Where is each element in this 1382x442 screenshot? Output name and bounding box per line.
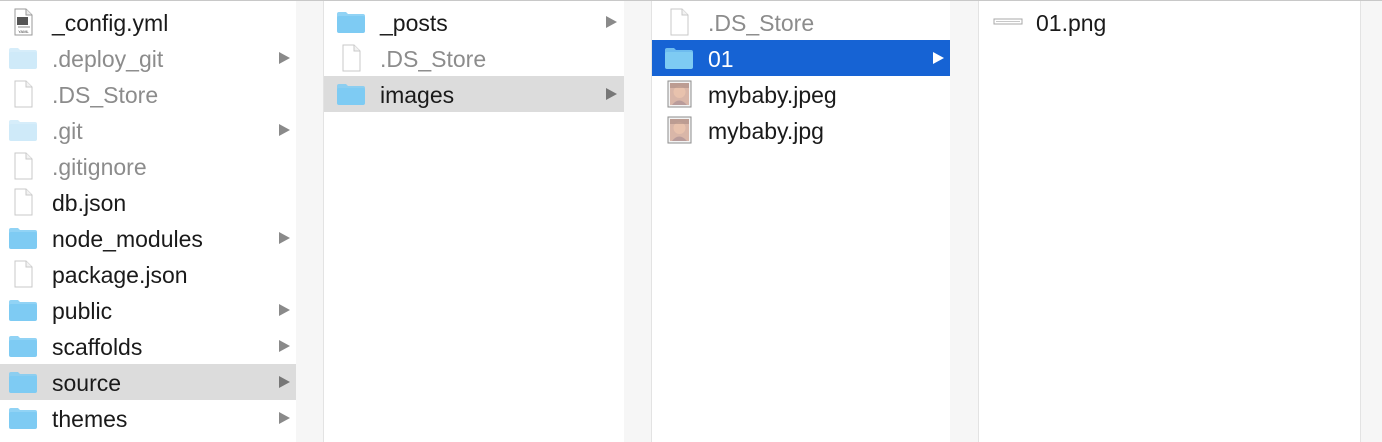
file-row[interactable]: mybaby.jpeg: [652, 76, 950, 112]
disclosure-arrow-icon: [606, 16, 617, 28]
item-name: .git: [52, 118, 83, 144]
folder-row[interactable]: images: [324, 76, 624, 112]
folder-row[interactable]: public: [0, 292, 296, 328]
folder-row[interactable]: _posts: [324, 4, 624, 40]
file-row[interactable]: .DS_Store: [324, 40, 624, 76]
folder-icon: [336, 80, 366, 108]
item-name: public: [52, 298, 113, 324]
file-row[interactable]: package.json: [0, 256, 296, 292]
file-row[interactable]: .DS_Store: [0, 76, 296, 112]
column-resize-gutter[interactable]: [624, 1, 652, 442]
disclosure-arrow-icon: [606, 88, 617, 100]
item-name: _posts: [380, 10, 448, 36]
folder-row[interactable]: scaffolds: [0, 328, 296, 364]
item-name: 01.png: [1036, 10, 1107, 36]
item-name: images: [380, 82, 455, 108]
item-name: .deploy_git: [52, 46, 164, 72]
column-divider: [1360, 1, 1361, 442]
document-icon: [336, 44, 366, 72]
item-name: source: [52, 370, 122, 396]
item-name: scaffolds: [52, 334, 143, 360]
item-name: .DS_Store: [52, 82, 159, 108]
item-name: node_modules: [52, 226, 203, 252]
folder-icon: [8, 116, 38, 144]
item-name: 01: [708, 46, 734, 72]
disclosure-arrow-icon: [279, 412, 290, 424]
disclosure-arrow-icon: [279, 304, 290, 316]
document-icon: [8, 152, 38, 180]
disclosure-arrow-icon: [279, 52, 290, 64]
folder-icon: [8, 296, 38, 324]
file-row[interactable]: YAML _config.yml: [0, 4, 296, 40]
image-thumbnail-icon: [664, 116, 694, 144]
item-name: _config.yml: [52, 10, 169, 36]
disclosure-arrow-icon: [279, 124, 290, 136]
file-row[interactable]: db.json: [0, 184, 296, 220]
folder-icon: [8, 224, 38, 252]
column-source[interactable]: _posts .DS_Storeimages: [324, 1, 624, 442]
item-name: package.json: [52, 262, 188, 288]
item-name: .gitignore: [52, 154, 147, 180]
file-row[interactable]: mybaby.jpg: [652, 112, 950, 148]
folder-icon: [336, 8, 366, 36]
item-name: .DS_Store: [708, 10, 815, 36]
column-resize-gutter[interactable]: [1360, 1, 1382, 442]
folder-row[interactable]: 01: [652, 40, 950, 76]
disclosure-arrow-icon: [279, 376, 290, 388]
document-icon: [664, 8, 694, 36]
item-name: themes: [52, 406, 128, 432]
column-resize-gutter[interactable]: [296, 1, 324, 442]
image-thumbnail-icon: [664, 80, 694, 108]
folder-icon: [8, 404, 38, 432]
item-name: .DS_Store: [380, 46, 487, 72]
column-01[interactable]: 01.png: [979, 1, 1360, 442]
folder-row[interactable]: .git: [0, 112, 296, 148]
column-project-root[interactable]: YAML _config.yml .deploy_git .DS_Store .git.…: [0, 1, 296, 442]
png-thumbnail-icon: [993, 8, 1023, 36]
folder-row[interactable]: node_modules: [0, 220, 296, 256]
svg-text:YAML: YAML: [18, 29, 29, 34]
file-row[interactable]: 01.png: [979, 4, 1360, 40]
column-resize-gutter[interactable]: [950, 1, 979, 442]
folder-icon: [664, 44, 694, 72]
disclosure-arrow-icon: [279, 340, 290, 352]
folder-icon: [8, 368, 38, 396]
item-name: mybaby.jpg: [708, 118, 824, 144]
file-row[interactable]: .gitignore: [0, 148, 296, 184]
document-icon: [8, 80, 38, 108]
yaml-file-icon: YAML: [8, 8, 38, 36]
folder-row[interactable]: themes: [0, 400, 296, 436]
disclosure-arrow-icon: [933, 52, 944, 64]
disclosure-arrow-icon: [279, 232, 290, 244]
folder-row[interactable]: .deploy_git: [0, 40, 296, 76]
item-name: mybaby.jpeg: [708, 82, 837, 108]
document-icon: [8, 188, 38, 216]
folder-row[interactable]: source: [0, 364, 296, 400]
folder-icon: [8, 332, 38, 360]
column-images[interactable]: .DS_Store 01 mybaby.jpeg mybaby.jpg: [652, 1, 950, 442]
folder-icon: [8, 44, 38, 72]
item-name: db.json: [52, 190, 127, 216]
file-row[interactable]: .DS_Store: [652, 4, 950, 40]
document-icon: [8, 260, 38, 288]
